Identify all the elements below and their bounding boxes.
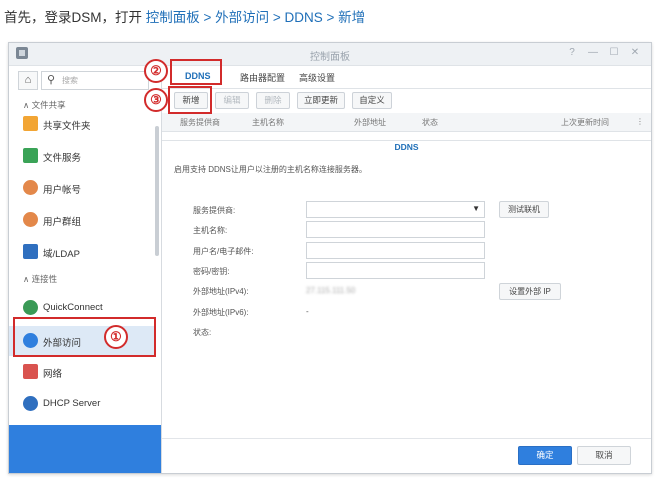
search-box[interactable]: ⚲ bbox=[41, 71, 149, 90]
column-menu-icon[interactable]: ⋮ bbox=[636, 117, 644, 126]
sidebar-item-label: 共享文件夹 bbox=[43, 121, 91, 132]
dialog-title: DDNS bbox=[394, 142, 419, 152]
callout-box-ddns-tab bbox=[170, 59, 222, 85]
sidebar-item-label: QuickConnect bbox=[43, 302, 103, 313]
ddns-dialog-header: DDNS bbox=[162, 140, 651, 154]
section-connectivity[interactable]: ∧ 连接性 bbox=[23, 273, 57, 285]
title-bar: 控制面板 ? — ☐ ✕ bbox=[9, 43, 651, 66]
sidebar-bottom-panel bbox=[9, 425, 161, 473]
sidebar-item-domain-ldap[interactable]: 域/LDAP bbox=[9, 240, 154, 266]
cancel-button[interactable]: 取消 bbox=[577, 446, 631, 465]
dropdown-arrow-icon: ▼ bbox=[472, 204, 480, 213]
password-label: 密码/密钥: bbox=[193, 267, 230, 276]
ipv6-label: 外部地址(IPv6): bbox=[193, 308, 249, 317]
ddns-table-header: 服务提供商 主机名称 外部地址 状态 上次更新时间 ⋮ bbox=[162, 113, 651, 132]
help-icon[interactable]: ? bbox=[565, 47, 579, 58]
column-last-updated[interactable]: 上次更新时间 bbox=[561, 117, 609, 128]
sidebar-item-label: DHCP Server bbox=[43, 398, 101, 409]
dhcp-icon bbox=[23, 396, 38, 411]
ipv4-value: 27.115.111.50 bbox=[306, 286, 356, 295]
sidebar-item-label: 用户帐号 bbox=[43, 185, 82, 196]
sidebar-scrollbar[interactable] bbox=[155, 126, 159, 256]
sidebar-item-label: 用户群组 bbox=[43, 217, 82, 228]
update-now-button[interactable]: 立即更新 bbox=[297, 92, 345, 109]
status-label: 状态: bbox=[193, 328, 212, 337]
search-icon: ⚲ bbox=[47, 74, 56, 86]
collapse-chevron-icon: ∧ bbox=[23, 274, 30, 284]
callout-number-3: ③ bbox=[144, 88, 168, 112]
callout-number-2: ② bbox=[144, 59, 168, 83]
provider-label: 服务提供商: bbox=[193, 206, 236, 215]
column-provider[interactable]: 服务提供商 bbox=[180, 117, 220, 128]
file-services-icon bbox=[23, 148, 38, 163]
control-panel-window: 控制面板 ? — ☐ ✕ ⌂ ⚲ ∧ 文件共享 共享文件夹 文件服务 用户帐号 bbox=[8, 42, 652, 474]
sidebar-item-group[interactable]: 用户群组 bbox=[9, 208, 154, 234]
password-input[interactable] bbox=[306, 262, 485, 279]
section-file-sharing[interactable]: ∧ 文件共享 bbox=[23, 99, 66, 111]
instruction-prefix: 首先，登录DSM，打开 bbox=[4, 10, 146, 25]
callout-box-external-access bbox=[13, 317, 156, 357]
section-file-sharing-label: 文件共享 bbox=[31, 100, 66, 110]
callout-number-1: ① bbox=[104, 325, 128, 349]
search-input[interactable] bbox=[62, 74, 142, 86]
set-external-ip-button[interactable]: 设置外部 IP bbox=[499, 283, 561, 300]
username-input[interactable] bbox=[306, 242, 485, 259]
sidebar-item-network[interactable]: 网络 bbox=[9, 360, 154, 386]
sidebar-item-label: 域/LDAP bbox=[43, 249, 80, 260]
sidebar-item-label: 文件服务 bbox=[43, 153, 82, 164]
customize-button[interactable]: 自定义 bbox=[352, 92, 392, 109]
sidebar-item-file-services[interactable]: 文件服务 bbox=[9, 144, 154, 170]
folder-share-icon bbox=[23, 116, 38, 131]
column-status[interactable]: 状态 bbox=[422, 117, 438, 128]
network-house-icon bbox=[23, 364, 38, 379]
user-icon bbox=[23, 180, 38, 195]
maximize-icon[interactable]: ☐ bbox=[607, 47, 621, 58]
dialog-description: 启用支持 DDNS让用户以注册的主机名称连接服务器。 bbox=[174, 165, 367, 174]
instruction-path-link[interactable]: 控制面板 > 外部访问 > DDNS > 新增 bbox=[146, 10, 365, 25]
dialog-footer-divider bbox=[162, 438, 651, 439]
window-title: 控制面板 bbox=[310, 52, 350, 63]
ipv4-label: 外部地址(IPv4): bbox=[193, 287, 249, 296]
provider-select[interactable]: ▼ bbox=[306, 201, 485, 218]
toolbar: 新增 编辑 删除 立即更新 自定义 bbox=[162, 89, 651, 111]
sidebar: ⌂ ⚲ ∧ 文件共享 共享文件夹 文件服务 用户帐号 用户群组 域/LDAP bbox=[9, 66, 162, 473]
ipv6-value: - bbox=[306, 307, 309, 316]
column-hostname[interactable]: 主机名称 bbox=[252, 117, 284, 128]
hostname-input[interactable] bbox=[306, 221, 485, 238]
quickconnect-icon bbox=[23, 300, 38, 315]
minimize-icon[interactable]: — bbox=[586, 47, 600, 58]
close-icon[interactable]: ✕ bbox=[628, 47, 642, 58]
column-external-address[interactable]: 外部地址 bbox=[354, 117, 386, 128]
hostname-label: 主机名称: bbox=[193, 226, 228, 235]
ok-button[interactable]: 确定 bbox=[518, 446, 572, 465]
collapse-chevron-icon: ∧ bbox=[23, 100, 30, 110]
callout-box-add-button bbox=[168, 86, 212, 114]
domain-ldap-icon bbox=[23, 244, 38, 259]
edit-button[interactable]: 编辑 bbox=[215, 92, 249, 109]
tab-router-config[interactable]: 路由器配置 bbox=[240, 71, 285, 84]
sidebar-item-dhcp-server[interactable]: DHCP Server bbox=[9, 392, 154, 418]
instruction-text: 首先，登录DSM，打开 控制面板 > 外部访问 > DDNS > 新增 bbox=[4, 6, 365, 26]
tab-bar: DDNS 路由器配置 高级设置 bbox=[162, 66, 651, 89]
delete-button[interactable]: 删除 bbox=[256, 92, 290, 109]
sidebar-item-user[interactable]: 用户帐号 bbox=[9, 176, 154, 202]
home-icon[interactable]: ⌂ bbox=[18, 71, 38, 90]
sidebar-item-shared-folder[interactable]: 共享文件夹 bbox=[9, 112, 154, 138]
test-connection-button[interactable]: 测试联机 bbox=[499, 201, 549, 218]
group-icon bbox=[23, 212, 38, 227]
username-label: 用户名/电子邮件: bbox=[193, 247, 254, 256]
sidebar-item-label: 网络 bbox=[43, 369, 63, 380]
tab-advanced-settings[interactable]: 高级设置 bbox=[299, 71, 335, 84]
section-connectivity-label: 连接性 bbox=[31, 274, 58, 284]
